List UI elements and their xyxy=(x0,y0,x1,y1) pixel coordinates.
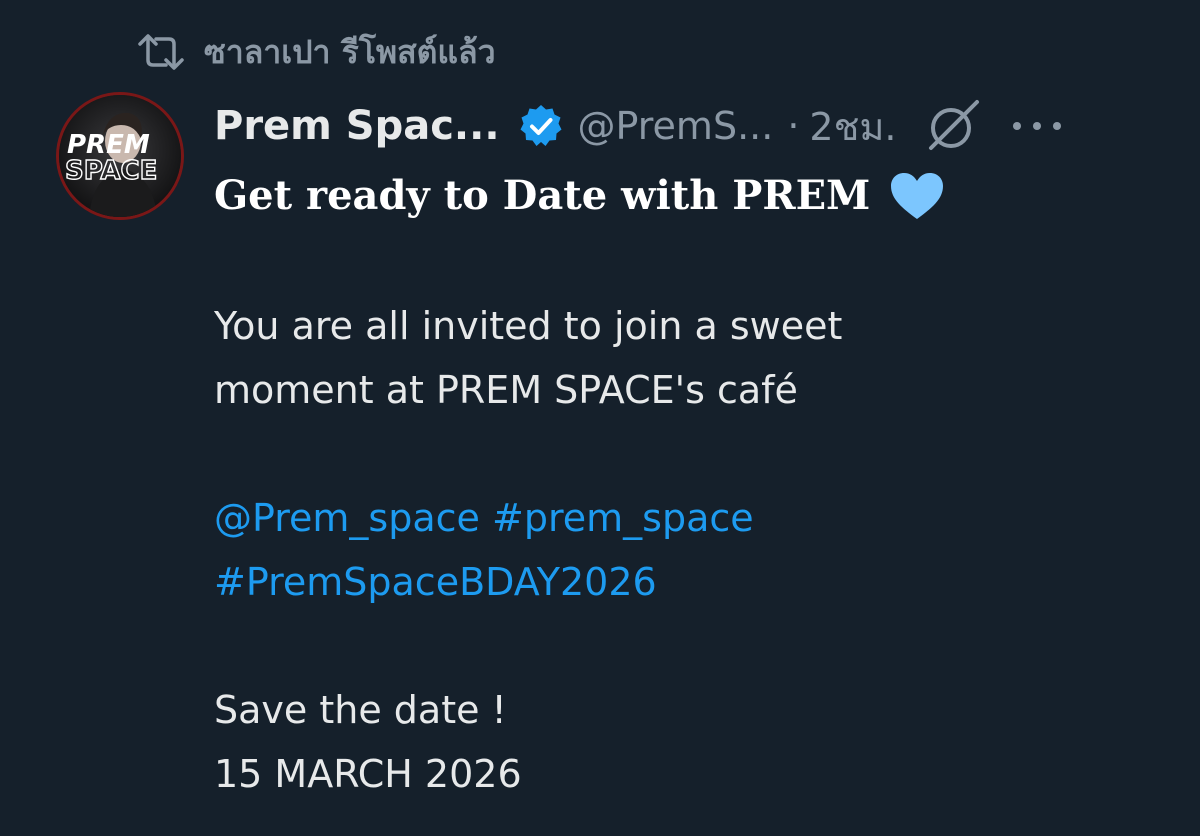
tweet-text-line: 15 MARCH 2026 xyxy=(214,752,522,796)
avatar-text-line2: SPACE xyxy=(65,156,157,186)
mention-link[interactable]: @Prem_space xyxy=(214,496,480,540)
tweet-header: Prem Spac... @PremS... · 2ชม. xyxy=(214,98,1174,154)
tweet-body: Get ready to Date with PREM You are all … xyxy=(214,166,1174,806)
light-blue-heart-icon xyxy=(888,170,946,222)
tweet-text-line: Save the date ! xyxy=(214,688,507,732)
tweet-text-line: You are all invited to join a sweet xyxy=(214,304,843,348)
author-handle[interactable]: @PremS... xyxy=(578,104,774,148)
hashtag-link[interactable]: #prem_space xyxy=(492,496,754,540)
tweet-tags-line: #PremSpaceBDAY2026 xyxy=(214,550,1174,614)
tweet-headline-row: Get ready to Date with PREM xyxy=(214,166,1174,226)
repost-icon xyxy=(136,30,186,74)
repost-label: ซาลาเปา รีโพสต์แล้ว xyxy=(204,32,496,71)
tweet-tags-line: @Prem_space #prem_space xyxy=(214,486,1174,550)
grok-icon[interactable] xyxy=(923,96,983,156)
header-separator: · xyxy=(787,104,800,148)
avatar[interactable]: PREM SPACE xyxy=(56,92,184,220)
tweet-headline: Get ready to Date with PREM xyxy=(214,172,871,219)
timestamp[interactable]: 2ชม. xyxy=(809,96,896,157)
repost-indicator[interactable]: ซาลาเปา รีโพสต์แล้ว xyxy=(136,30,496,74)
tweet-text-line: moment at PREM SPACE's café xyxy=(214,368,798,412)
more-options-icon[interactable] xyxy=(1012,116,1061,136)
verified-badge-icon[interactable] xyxy=(518,103,564,149)
author-name[interactable]: Prem Spac... xyxy=(214,103,500,149)
hashtag-link[interactable]: #PremSpaceBDAY2026 xyxy=(214,560,657,604)
